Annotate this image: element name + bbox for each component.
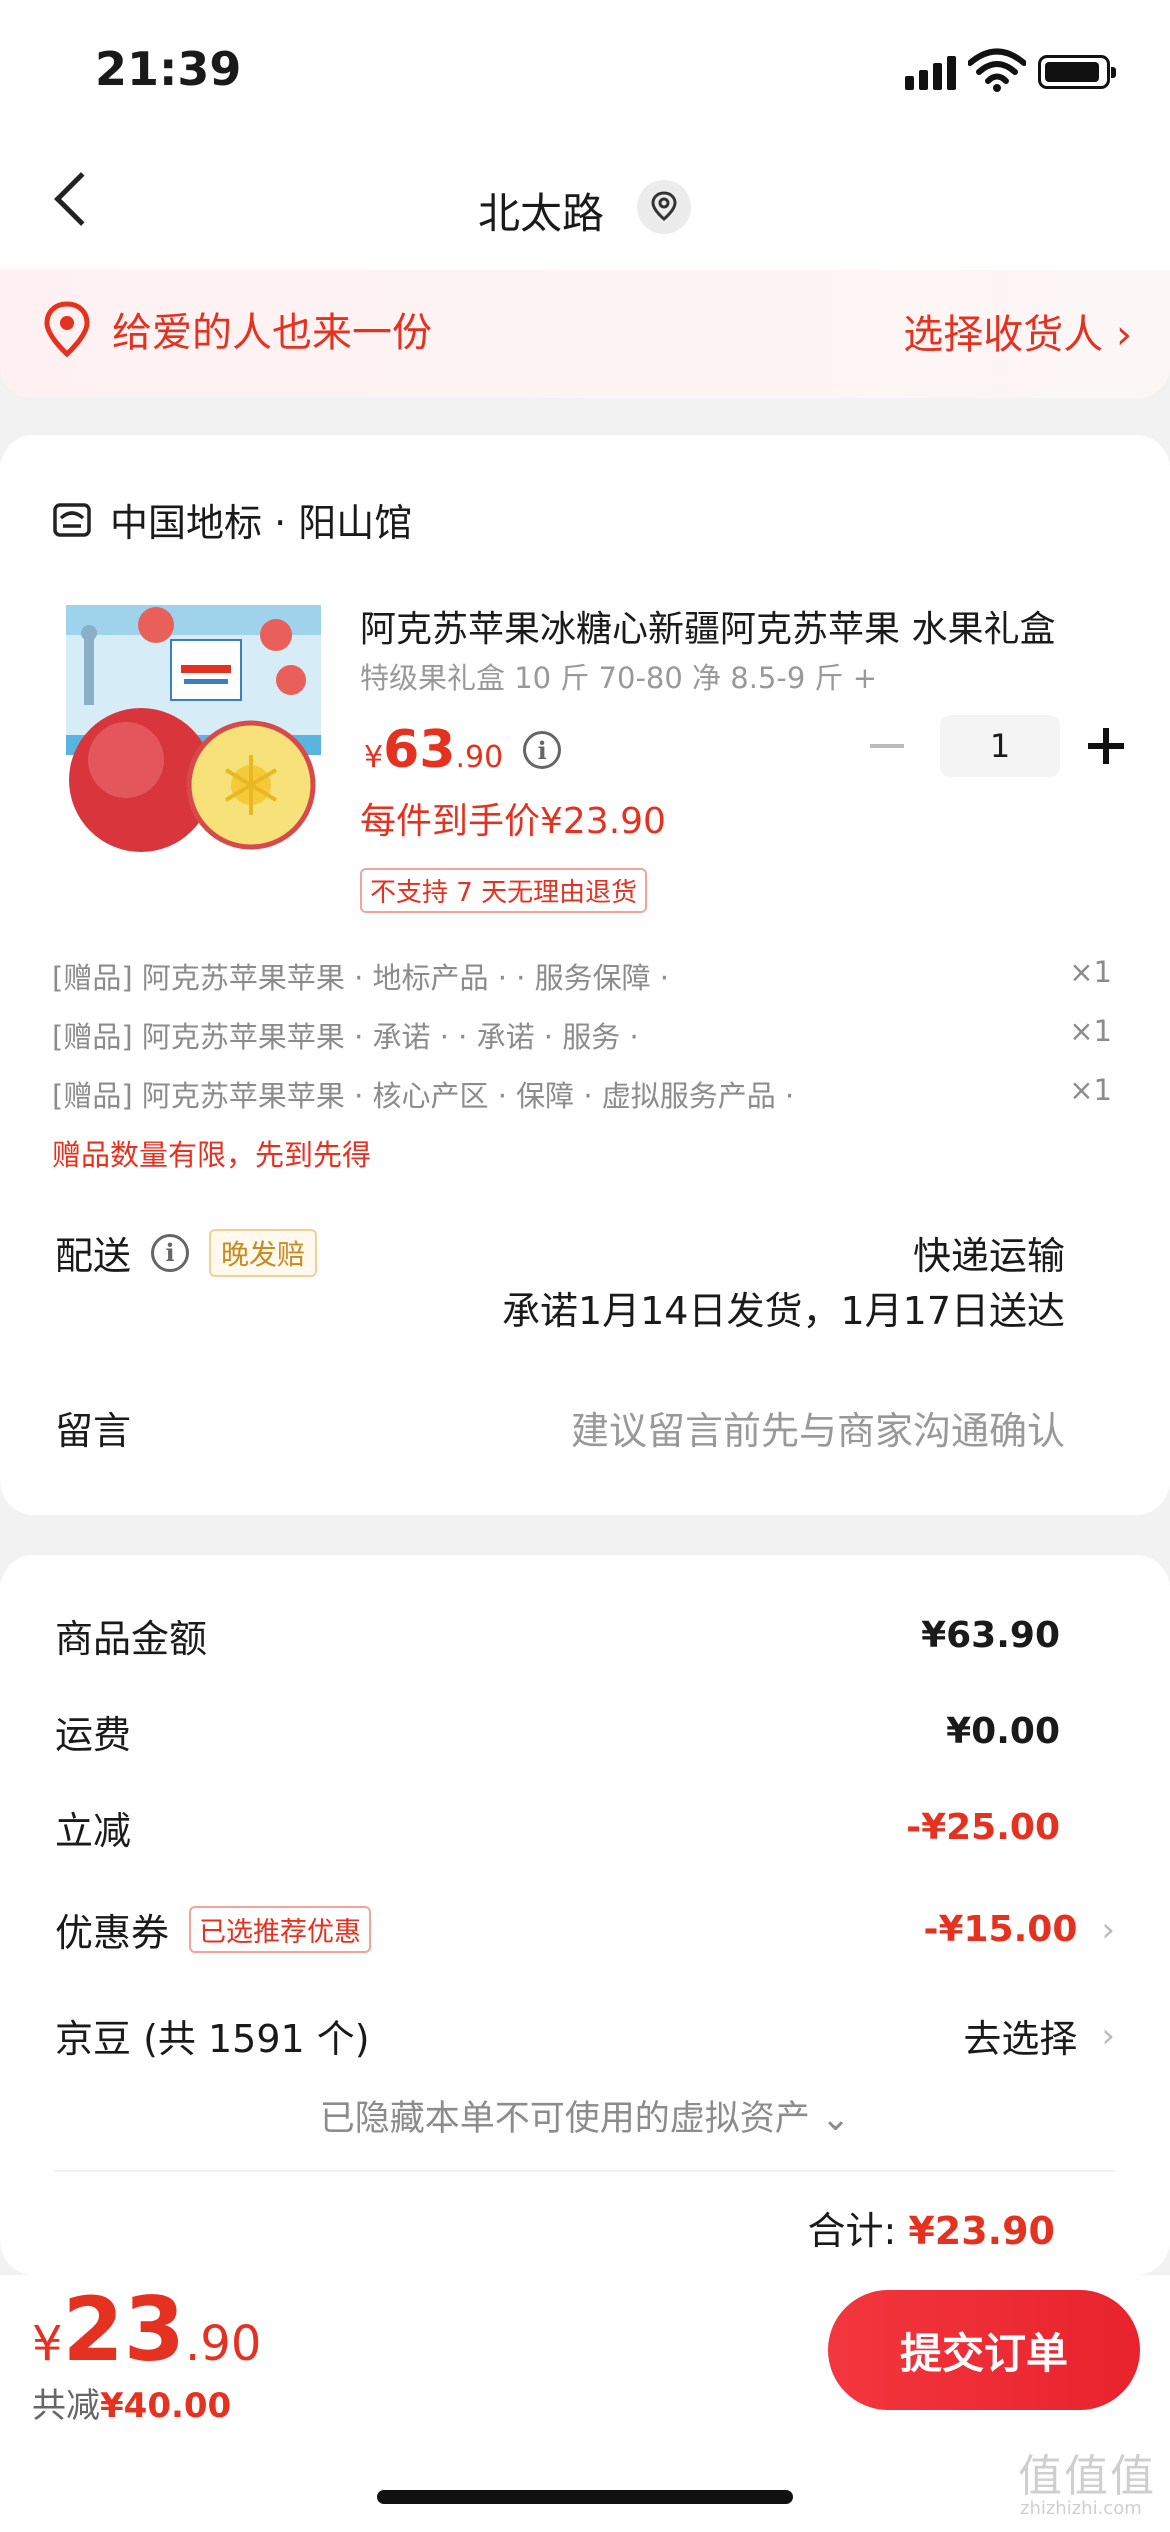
price-currency: ¥	[364, 740, 384, 775]
product-title[interactable]: 阿克苏苹果冰糖心新疆阿克苏苹果 水果礼盒	[360, 600, 1100, 652]
price-decimal: .90	[455, 740, 504, 775]
payable-integer: 23	[62, 2278, 186, 2381]
gift-item: [赠品] 阿克苏苹果苹果 · 地标产品 · · 服务保障 · ×1	[52, 955, 1112, 997]
message-label: 留言	[55, 1409, 132, 1453]
quantity-input[interactable]: 1	[940, 715, 1060, 777]
select-recipient-link[interactable]: 选择收货人 ›	[903, 302, 1132, 360]
decrease-quantity-button[interactable]	[870, 744, 904, 748]
coupon-value: -¥15.00	[923, 1909, 1078, 1950]
delivery-label: 配送	[55, 1234, 132, 1278]
goods-amount-row: 商品金额 ¥63.90	[55, 1608, 1060, 1663]
jingdou-row[interactable]: 京豆 (共 1591 个) 去选择 ›	[55, 2008, 1115, 2063]
gift-banner-left: 给爱的人也来一份	[38, 300, 432, 358]
message-input[interactable]: 建议留言前先与商家沟通确认	[571, 1400, 1065, 1455]
watermark-domain: zhizhizhi.com	[1020, 2498, 1142, 2519]
status-time: 21:39	[95, 42, 242, 96]
unit-price: 每件到手价¥23.90	[360, 801, 666, 842]
wifi-icon	[967, 48, 1027, 96]
discount-row: 立减 -¥25.00	[55, 1800, 1060, 1855]
location-pin-button[interactable]	[637, 180, 691, 234]
jingdou-label: 京豆 (共 1591 个)	[55, 2017, 370, 2061]
payable-amount: ¥ 23 .90	[32, 2278, 261, 2381]
shop-name: 中国地标 · 阳山馆	[110, 501, 413, 545]
coupon-recommended-tag: 已选推荐优惠	[189, 1906, 372, 1953]
coupon-row[interactable]: 优惠券 已选推荐优惠 -¥15.00 ›	[55, 1902, 1115, 1957]
late-compensation-tag: 晚发赔	[209, 1228, 318, 1277]
discount-value: -¥25.00	[906, 1807, 1060, 1848]
location-pin-icon	[651, 191, 677, 221]
battery-icon	[1038, 55, 1116, 89]
watermark-logo: 值值值	[1018, 2451, 1156, 2502]
page-title: 北太路	[478, 189, 605, 238]
gift-item: [赠品] 阿克苏苹果苹果 · 核心产区 · 保障 · 虚拟服务产品 · ×1	[52, 1073, 1112, 1115]
gift-banner-text: 给爱的人也来一份	[112, 310, 432, 356]
gift-text: [赠品] 阿克苏苹果苹果 · 承诺 · · 承诺 · 服务 ·	[52, 1020, 639, 1054]
freight-label: 运费	[55, 1713, 132, 1757]
gift-qty: ×1	[1069, 1073, 1112, 1107]
delivery-method[interactable]: 快递运输	[913, 1225, 1065, 1280]
freight-value: ¥0.00	[946, 1711, 1060, 1752]
home-indicator[interactable]	[377, 2490, 793, 2504]
divider	[55, 2170, 1115, 2172]
jingdou-select: 去选择	[963, 2017, 1078, 2061]
shop-header[interactable]: 中国地标 · 阳山馆	[52, 492, 412, 547]
product-image[interactable]	[56, 595, 326, 855]
goods-amount-value: ¥63.90	[921, 1615, 1060, 1656]
payable-decimal: .90	[185, 2316, 262, 2372]
total-label: 合计:	[807, 2209, 897, 2253]
payable-currency: ¥	[32, 2316, 63, 2372]
freight-row: 运费 ¥0.00	[55, 1704, 1060, 1759]
discount-label: 立减	[55, 1809, 132, 1853]
gift-text: [赠品] 阿克苏苹果苹果 · 核心产区 · 保障 · 虚拟服务产品 ·	[52, 1079, 795, 1113]
quantity-stepper: 1	[870, 715, 1124, 777]
total-value: ¥23.90	[908, 2209, 1055, 2253]
gift-qty: ×1	[1069, 1014, 1112, 1048]
saved-label: 共减	[32, 2386, 100, 2426]
cellular-signal-icon	[905, 56, 961, 90]
chevron-right-icon: ›	[1101, 2015, 1115, 2056]
gift-text: [赠品] 阿克苏苹果苹果 · 地标产品 · · 服务保障 ·	[52, 961, 670, 995]
no-return-badge: 不支持 7 天无理由退货	[360, 868, 648, 913]
saved-value: ¥40.00	[100, 2386, 232, 2426]
goods-amount-label: 商品金额	[55, 1617, 208, 1661]
gift-qty: ×1	[1069, 955, 1112, 989]
info-icon[interactable]: i	[523, 731, 562, 769]
coupon-label: 优惠券	[55, 1911, 170, 1955]
location-pin-icon	[44, 301, 90, 358]
order-total: 合计: ¥23.90	[807, 2200, 1055, 2255]
gift-item: [赠品] 阿克苏苹果苹果 · 承诺 · · 承诺 · 服务 · ×1	[52, 1014, 1112, 1056]
total-saved: 共减¥40.00	[32, 2378, 231, 2427]
product-price: ¥ 63 .90 i	[364, 720, 562, 780]
hidden-assets-toggle[interactable]: 已隐藏本单不可使用的虚拟资产 ⌄	[0, 2090, 1170, 2141]
delivery-row: 配送 i 晚发赔	[55, 1225, 318, 1280]
submit-order-button[interactable]: 提交订单	[828, 2290, 1140, 2410]
chevron-right-icon: ›	[1101, 1909, 1115, 1950]
price-integer: 63	[383, 720, 456, 780]
delivery-promise: 承诺1月14日发货，1月17日送达	[501, 1289, 1065, 1333]
gift-note: 赠品数量有限，先到先得	[52, 1138, 372, 1172]
increase-quantity-button[interactable]	[1088, 728, 1124, 764]
info-icon[interactable]: i	[151, 1233, 190, 1272]
product-spec[interactable]: 特级果礼盒 10 斤 70-80 净 8.5-9 斤 +	[360, 655, 877, 697]
store-icon	[53, 502, 91, 537]
